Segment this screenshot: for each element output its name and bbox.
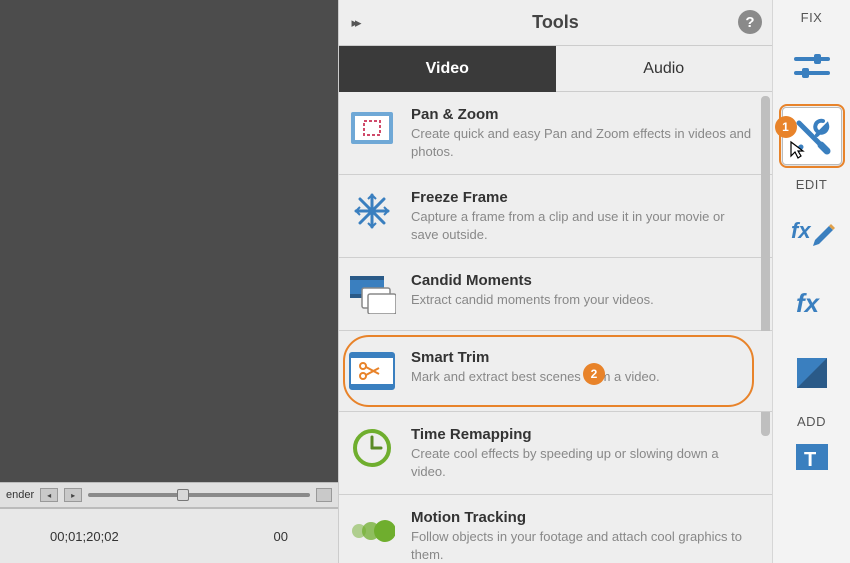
render-label: ender [6,489,34,501]
svg-text:T: T [804,449,816,470]
cursor-icon [789,140,805,160]
sidebar-label-add: ADD [797,414,826,429]
freeze-frame-icon [347,189,397,233]
tool-list: Pan & Zoom Create quick and easy Pan and… [339,92,772,563]
sidebar-tools-button[interactable]: 1 [782,107,842,165]
tool-freeze-frame[interactable]: Freeze Frame Capture a frame from a clip… [339,175,772,258]
smart-trim-icon [347,349,397,393]
sidebar-fx-edit-button[interactable]: fx [782,204,842,262]
tool-candid-moments[interactable]: Candid Moments Extract candid moments fr… [339,258,772,331]
timecode-a: 00;01;20;02 [50,529,119,544]
text-icon: T [794,442,830,470]
player-next-button[interactable]: ▸ [64,488,82,502]
pan-zoom-icon [347,106,397,150]
zoom-slider-thumb[interactable] [177,489,189,501]
color-swatch-icon [794,355,830,391]
tool-desc: Create cool effects by speeding up or sl… [411,445,754,480]
tools-panel: ▸▸ Tools ? Video Audio Pan & Zoom [338,0,772,563]
panel-tabs: Video Audio [339,46,772,92]
tool-title: Freeze Frame [411,189,754,206]
tool-desc: Follow objects in your footage and attac… [411,528,754,563]
candid-moments-icon [347,272,397,316]
tool-title: Smart Trim [411,349,754,366]
sidebar-label-fix: FIX [801,10,823,25]
tool-title: Motion Tracking [411,509,754,526]
svg-text:fx: fx [791,218,811,243]
tool-smart-trim[interactable]: 2 Smart Trim Mark and extract best scene [339,331,772,412]
fx-pencil-icon: fx [789,214,835,252]
zoom-slider[interactable] [88,493,310,497]
tool-time-remapping[interactable]: Time Remapping Create cool effects by sp… [339,412,772,495]
tab-audio[interactable]: Audio [556,46,773,92]
video-canvas: ender ◂ ▸ 00;01;20;02 00 [0,0,338,563]
tool-desc: Extract candid moments from your videos. [411,291,754,309]
tool-title: Candid Moments [411,272,754,289]
collapse-panel-button[interactable]: ▸▸ [339,15,371,31]
tab-video[interactable]: Video [339,46,556,92]
timecode-b: 00 [274,529,288,544]
tool-title: Pan & Zoom [411,106,754,123]
panel-header: ▸▸ Tools ? [339,0,772,46]
timecode-bar: 00;01;20;02 00 [0,508,338,563]
sidebar-color-button[interactable] [782,344,842,402]
panel-title: Tools [339,12,772,33]
help-button[interactable]: ? [738,10,762,34]
annotation-badge-1: 1 [775,116,797,138]
right-sidebar: FIX 1 EDIT fx [772,0,850,563]
tool-motion-tracking[interactable]: Motion Tracking Follow objects in your f… [339,495,772,563]
player-controls: ender ◂ ▸ [0,482,338,508]
sidebar-fx-button[interactable]: fx [782,274,842,332]
player-prev-button[interactable]: ◂ [40,488,58,502]
motion-tracking-icon [347,509,397,553]
tool-desc: Create quick and easy Pan and Zoom effec… [411,125,754,160]
sidebar-adjust-button[interactable] [782,37,842,95]
sidebar-label-edit: EDIT [796,177,828,192]
time-remapping-icon [347,426,397,470]
tool-title: Time Remapping [411,426,754,443]
tool-desc: Capture a frame from a clip and use it i… [411,208,754,243]
tool-pan-zoom[interactable]: Pan & Zoom Create quick and easy Pan and… [339,92,772,175]
fullscreen-button[interactable] [316,488,332,502]
svg-text:fx: fx [796,288,821,318]
sidebar-text-button[interactable]: T [782,441,842,471]
fx-icon: fx [792,286,832,320]
sliders-icon [792,49,832,83]
